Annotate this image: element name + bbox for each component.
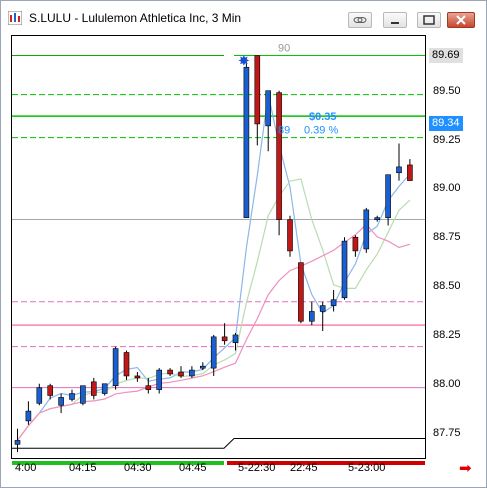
candle-8 [101,383,108,396]
candle-18 [210,334,217,376]
price-tick-label: 89.25 [433,133,461,146]
level-line-step [12,438,235,449]
candle-22 [254,55,261,146]
candle-32 [363,207,370,253]
restore-icon [423,15,435,25]
time-tick-label: 5-23:00 [348,462,386,474]
time-tick-label: 22:45 [290,462,318,474]
chart-annotation-0: $0.35 [309,111,337,123]
chart-window: S.LULU - Lululemon Athletica Inc, 3 Min [0,0,487,488]
price-tag-0: 89.69 [429,47,463,63]
time-tick-label: 4:00 [15,462,37,474]
time-tick-label: 04:30 [124,462,152,474]
candle-2 [36,383,43,406]
candle-5 [69,389,75,402]
candle-10 [123,350,130,380]
candle-1 [25,401,32,425]
time-tick-label: 04:45 [179,462,207,474]
candle-17 [200,362,206,371]
moving-average-12 [17,223,411,441]
restore-button[interactable] [417,12,441,28]
candle-12 [145,377,152,394]
candle-30 [341,237,348,300]
time-tick-label: 5-22:30 [238,462,276,474]
candle-27 [308,301,315,326]
minimize-button[interactable] [383,12,407,28]
link-button[interactable] [348,12,372,28]
candle-28 [319,301,326,332]
candle-4 [58,393,64,414]
price-tick-label: 88.50 [433,280,461,293]
minimize-icon [391,22,399,24]
candle-7 [91,377,97,400]
price-tick-label: 87.75 [433,426,461,439]
candle-29 [330,289,337,312]
price-tick-label: 88.25 [433,328,461,341]
candle-31 [352,235,359,257]
candle-25 [287,215,293,257]
candle-21 [243,63,250,218]
candle-26 [298,262,304,324]
price-tick-label: 89.00 [433,182,461,195]
title-bar[interactable]: S.LULU - Lululemon Athletica Inc, 3 Min [1,1,486,31]
price-tick-label: 89.50 [433,84,461,97]
candle-24 [276,90,282,236]
candle-15 [178,366,184,378]
price-chart-area[interactable]: ✸ $0.35 89 0.39 % 90 [11,35,426,459]
scroll-right-arrow-icon[interactable]: ➡ [459,459,472,477]
moving-average-6 [17,178,411,441]
price-tick-label: 88.00 [433,377,461,390]
chart-annotation-3: 90 [278,43,290,55]
candle-16 [189,366,195,378]
candle-9 [112,346,119,390]
candle-34 [385,174,391,226]
close-icon [456,15,466,25]
chart-annotation-2: 0.39 % [304,125,338,137]
moving-average-3 [17,93,411,441]
alert-star-icon[interactable]: ✸ [238,52,250,68]
candle-13 [156,368,162,394]
candle-19 [221,323,228,345]
candle-35 [396,143,402,181]
candle-14 [167,368,173,376]
candle-11 [134,372,141,382]
chart-annotation-1: 89 [278,125,290,137]
candle-36 [407,159,413,181]
link-icon [353,17,367,23]
candle-6 [80,385,86,406]
time-tick-label: 04:15 [69,462,97,474]
price-tag-1: 89.34 [429,115,463,131]
candle-23 [265,90,271,152]
price-tick-label: 88.75 [433,231,461,244]
close-button[interactable] [447,12,475,28]
chart-app-icon [8,11,22,25]
candlestick-chart: ✸ $0.35 89 0.39 % 90 [12,43,425,453]
window-title: S.LULU - Lululemon Athletica Inc, 3 Min [29,11,242,25]
